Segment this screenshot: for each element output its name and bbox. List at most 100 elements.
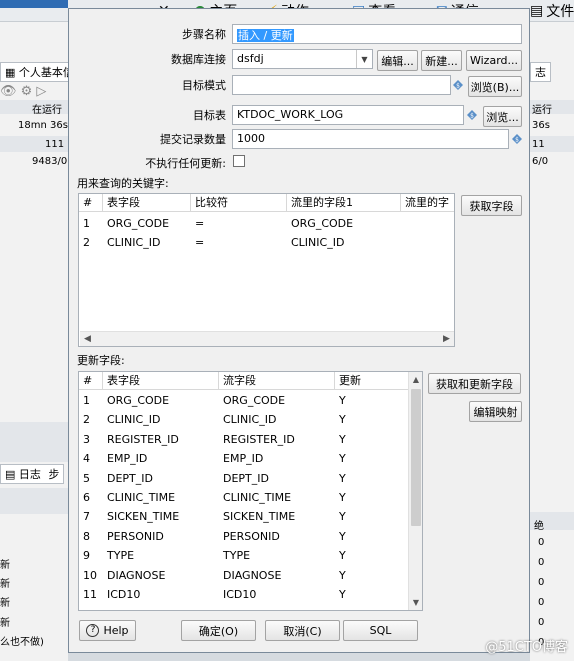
cell-stream-field[interactable]: SICKEN_TIME	[219, 507, 335, 526]
help-button[interactable]: ? Help	[79, 620, 136, 641]
table-row[interactable]: 8 PERSONID PERSONID Y	[79, 527, 409, 546]
table-row[interactable]: 6 CLINIC_TIME CLINIC_TIME Y	[79, 488, 409, 507]
table-row[interactable]: 1 ORG_CODE ORG_CODE Y	[79, 391, 409, 410]
cell-table-field[interactable]: DEPT_ID	[103, 469, 219, 488]
table-row[interactable]: 3 REGISTER_ID REGISTER_ID Y	[79, 430, 409, 449]
table-row[interactable]: 5 DEPT_ID DEPT_ID Y	[79, 469, 409, 488]
cell-table-field[interactable]: ORG_CODE	[103, 214, 191, 233]
cell-update[interactable]: Y	[335, 410, 409, 429]
cell-stream-field[interactable]: DIAGNOSE	[219, 566, 335, 585]
cell-stream-field[interactable]: CLINIC_TIME	[219, 488, 335, 507]
log-row: 新	[0, 618, 10, 629]
chevron-down-icon[interactable]: ▼	[409, 595, 422, 610]
left-tool-icons: 👁 ⚙ ▷	[0, 84, 47, 99]
get-update-fields-button[interactable]: 获取和更新字段	[428, 373, 521, 394]
no-update-checkbox[interactable]	[233, 155, 245, 167]
cell-table-field[interactable]: SICKEN_TIME	[103, 507, 219, 526]
cell-update[interactable]: Y	[335, 585, 409, 604]
cell-stream-field1[interactable]: ORG_CODE	[287, 214, 401, 233]
right-status-row: 36s	[532, 120, 550, 131]
cell-stream-field[interactable]: TYPE	[219, 546, 335, 565]
cell-table-field[interactable]: EMP_ID	[103, 449, 219, 468]
ok-button[interactable]: 确定(O)	[181, 620, 256, 641]
keys-table: # 表字段 比较符 流里的字段1 流里的字 1 ORG_CODE = ORG_C…	[78, 193, 455, 347]
left-status-row: 9483/0	[32, 156, 68, 167]
table-row[interactable]: 7 SICKEN_TIME SICKEN_TIME Y	[79, 507, 409, 526]
cell-table-field[interactable]: CLINIC_ID	[103, 410, 219, 429]
cell-update[interactable]: Y	[335, 469, 409, 488]
cell-stream-field[interactable]: PERSONID	[219, 527, 335, 546]
cell-table-field[interactable]: TYPE	[103, 546, 219, 565]
cell-update[interactable]: Y	[335, 391, 409, 410]
table-row[interactable]: 1 ORG_CODE = ORG_CODE	[79, 214, 454, 233]
table-row[interactable]: 9 TYPE TYPE Y	[79, 546, 409, 565]
svg-text:$: $	[515, 137, 519, 144]
browse-table-button[interactable]: 浏览...	[483, 106, 522, 127]
cell-stream-field[interactable]: DEPT_ID	[219, 469, 335, 488]
keys-table-hscrollbar[interactable]: ◀ ▶	[80, 331, 454, 346]
chevron-up-icon[interactable]: ▲	[409, 372, 422, 387]
table-row[interactable]: 11 ICD10 ICD10 Y	[79, 585, 409, 604]
cell-stream-field2[interactable]	[401, 214, 454, 233]
cell-table-field[interactable]: CLINIC_ID	[103, 233, 191, 252]
edit-mapping-button[interactable]: 编辑映射	[469, 401, 522, 422]
cell-table-field[interactable]: REGISTER_ID	[103, 430, 219, 449]
cell-update[interactable]: Y	[335, 430, 409, 449]
cell-update[interactable]: Y	[335, 546, 409, 565]
cell-comparator[interactable]: =	[191, 214, 287, 233]
target-schema-input[interactable]	[232, 75, 451, 95]
watermark: @51CTO博客	[485, 640, 568, 655]
cell-update[interactable]: Y	[335, 488, 409, 507]
toolbar-file[interactable]: ▤ 文件	[530, 0, 574, 22]
cell-table-field[interactable]: CLINIC_TIME	[103, 488, 219, 507]
table-row[interactable]: 4 EMP_ID EMP_ID Y	[79, 449, 409, 468]
cell-update[interactable]: Y	[335, 449, 409, 468]
table-row[interactable]: 2 CLINIC_ID = CLINIC_ID	[79, 233, 454, 252]
get-fields-button[interactable]: 获取字段	[461, 195, 522, 216]
cell-table-field[interactable]: PERSONID	[103, 527, 219, 546]
cell-table-field[interactable]: ORG_CODE	[103, 391, 219, 410]
wizard-button[interactable]: Wizard...	[466, 50, 522, 71]
cell-table-field[interactable]: DIAGNOSE	[103, 566, 219, 585]
tab-log[interactable]: ▤ 日志 步	[0, 464, 65, 484]
cell-stream-field[interactable]: CLINIC_ID	[219, 410, 335, 429]
right-status-header: 运行	[532, 105, 552, 116]
cell-stream-field2[interactable]	[401, 233, 454, 252]
table-row[interactable]: 2 CLINIC_ID CLINIC_ID Y	[79, 410, 409, 429]
cell-update[interactable]: Y	[335, 527, 409, 546]
cell-comparator[interactable]: =	[191, 233, 287, 252]
cell-stream-field1[interactable]: CLINIC_ID	[287, 233, 401, 252]
chevron-left-icon[interactable]: ◀	[80, 332, 95, 346]
cell-num: 1	[83, 217, 90, 230]
cancel-button[interactable]: 取消(C)	[265, 620, 340, 641]
cell-stream-field[interactable]: REGISTER_ID	[219, 430, 335, 449]
db-connection-label: 数据库连接	[171, 53, 226, 66]
db-connection-select[interactable]: dsfdj ▼	[232, 49, 373, 69]
scroll-thumb[interactable]	[411, 389, 421, 526]
commit-size-input[interactable]: 1000	[232, 129, 509, 149]
target-table-label: 目标表	[193, 109, 226, 122]
cell-update[interactable]: Y	[335, 566, 409, 585]
cell-stream-field[interactable]: EMP_ID	[219, 449, 335, 468]
tab-log-right[interactable]: 志	[530, 62, 551, 82]
cell-table-field[interactable]: ICD10	[103, 585, 219, 604]
update-fields-table: # 表字段 流字段 更新 1 ORG_CODE ORG_CODE Y 2 CLINIC_I…	[78, 371, 423, 611]
target-table-input[interactable]: KTDOC_WORK_LOG	[232, 105, 464, 125]
cell-stream-field[interactable]: ICD10	[219, 585, 335, 604]
target-schema-label: 目标模式	[182, 79, 226, 92]
cell-stream-field[interactable]: ORG_CODE	[219, 391, 335, 410]
browse-schema-button[interactable]: 浏览(B)...	[468, 76, 522, 97]
help-icon: ?	[86, 624, 100, 637]
new-connection-button[interactable]: 新建...	[421, 50, 462, 71]
step-name-input[interactable]: 插入 / 更新	[232, 24, 522, 44]
cell-update[interactable]: Y	[335, 507, 409, 526]
update-col-update: 更新	[339, 374, 361, 387]
log-row: 新	[0, 579, 10, 590]
edit-connection-button[interactable]: 编辑...	[377, 50, 418, 71]
table-row[interactable]: 10 DIAGNOSE DIAGNOSE Y	[79, 566, 409, 585]
update-table-header: # 表字段 流字段 更新	[79, 372, 409, 390]
sql-button[interactable]: SQL	[343, 620, 418, 641]
update-table-vscrollbar[interactable]: ▲ ▼	[408, 372, 422, 610]
chevron-right-icon[interactable]: ▶	[439, 332, 454, 346]
chevron-down-icon[interactable]: ▼	[356, 50, 372, 68]
